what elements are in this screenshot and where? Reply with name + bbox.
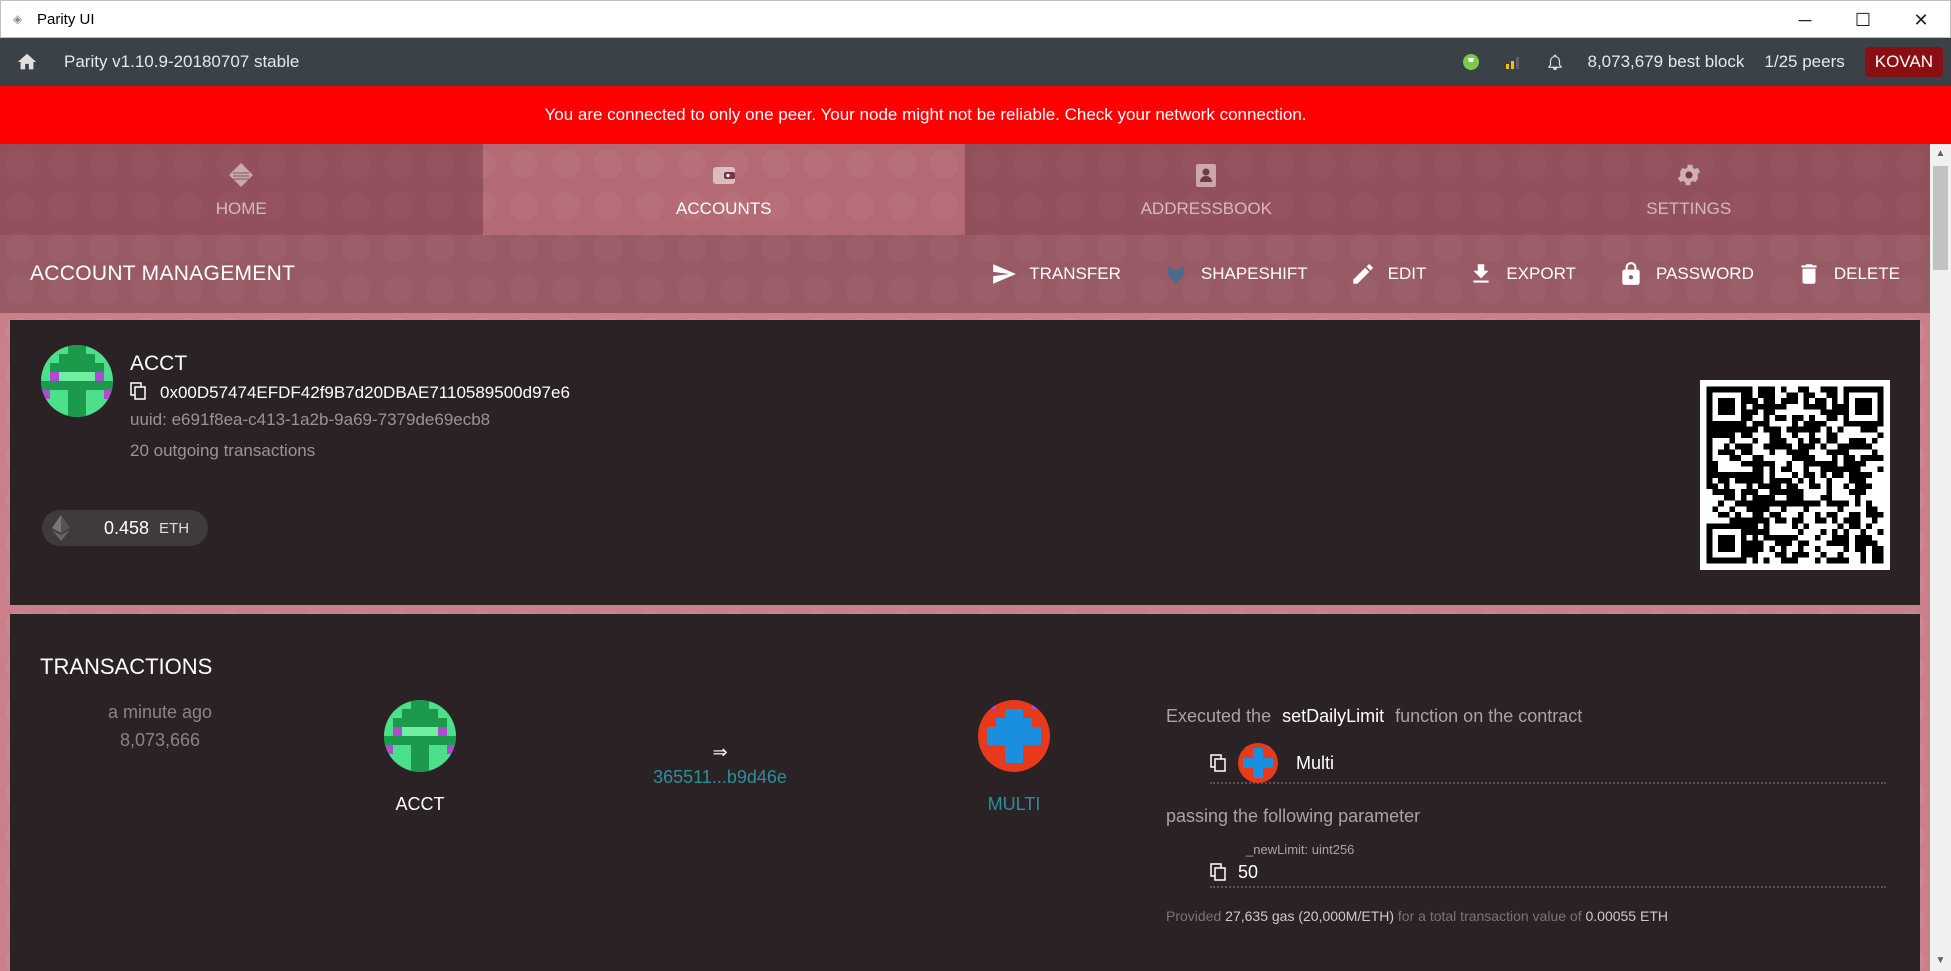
copy-icon[interactable] <box>130 382 146 400</box>
delete-button[interactable]: DELETE <box>1796 261 1900 287</box>
param-label: _newLimit: uint256 <box>1246 842 1355 857</box>
scroll-down-icon[interactable]: ▼ <box>1930 951 1951 971</box>
contract-identicon <box>1238 743 1278 783</box>
peer-warning-text: You are connected to only one peer. Your… <box>544 105 1307 124</box>
edit-label: EDIT <box>1387 264 1427 283</box>
window-controls: ─ ☐ ✕ <box>1776 1 1950 39</box>
tab-settings-label: SETTINGS <box>1646 198 1732 218</box>
transactions-card: TRANSACTIONS a minute ago 8,073,666 ACCT… <box>10 614 1920 971</box>
minimize-button[interactable]: ─ <box>1776 1 1834 39</box>
tx-arrow: ⇒ <box>712 742 728 762</box>
transactions-title: TRANSACTIONS <box>40 654 213 679</box>
edit-button[interactable]: EDIT <box>1350 261 1427 287</box>
action-buttons: TRANSFER SHAPESHIFT EDIT EXPORT PASSWORD… <box>949 235 1900 313</box>
action-bar: ACCOUNT MANAGEMENT TRANSFER SHAPESHIFT E… <box>0 235 1930 313</box>
peer-warning-banner: You are connected to only one peer. Your… <box>0 86 1951 144</box>
tx-time: a minute ago <box>107 702 213 722</box>
page-title: ACCOUNT MANAGEMENT <box>30 262 296 285</box>
tab-accounts[interactable]: ACCOUNTS <box>482 144 965 235</box>
close-button[interactable]: ✕ <box>1892 1 1950 39</box>
peers-label: 1/25 peers <box>1764 52 1845 71</box>
vertical-scrollbar[interactable]: ▲ ▼ <box>1930 144 1951 971</box>
tx-function-name: setDailyLimit <box>1282 706 1385 726</box>
copy-icon[interactable] <box>1210 863 1226 881</box>
export-button[interactable]: EXPORT <box>1468 261 1576 287</box>
window-titlebar: ◈ Parity UI ─ ☐ ✕ <box>0 0 1951 38</box>
tx-from-identicon[interactable] <box>384 700 456 772</box>
tab-addressbook-label: ADDRESSBOOK <box>1140 198 1272 218</box>
tab-settings[interactable]: SETTINGS <box>1447 144 1930 235</box>
window-title: Parity UI <box>37 10 95 28</box>
ethereum-icon <box>52 515 70 541</box>
password-label: PASSWORD <box>1655 264 1754 283</box>
balance-unit: ETH <box>159 519 190 537</box>
account-card: ACCT 0x00D57474EFDF42f9B7d20DBAE71105895… <box>10 320 1920 605</box>
total-value: 0.00055 ETH <box>1585 908 1668 924</box>
wallet-icon <box>712 166 735 184</box>
main-content: HOME ACCOUNTS ADDRESSBOOK SETTINGS ACCOU… <box>0 144 1930 971</box>
shapeshift-fox-icon <box>1167 265 1185 284</box>
tx-desc-prefix: Executed the <box>1166 706 1272 726</box>
tab-home[interactable]: HOME <box>0 144 483 235</box>
contacts-icon <box>1196 163 1217 187</box>
maximize-button[interactable]: ☐ <box>1834 1 1892 39</box>
tx-from-name[interactable]: ACCT <box>350 794 490 815</box>
param-value: 50 <box>1238 861 1259 882</box>
passing-label: passing the following parameter <box>1166 806 1421 826</box>
shapeshift-label: SHAPESHIFT <box>1200 264 1308 283</box>
trash-icon <box>1801 264 1817 284</box>
tab-accounts-label: ACCOUNTS <box>676 198 772 218</box>
outgoing-count: 20 outgoing transactions <box>130 441 316 460</box>
contract-field: Multi <box>1210 743 1886 784</box>
shapeshift-button[interactable]: SHAPESHIFT <box>1163 261 1308 287</box>
gas-value: 27,635 gas (20,000M/ETH) <box>1225 908 1395 924</box>
tx-hash-link[interactable]: 365511...b9d46e <box>620 767 820 788</box>
tx-gas-summary: Provided 27,635 gas (20,000M/ETH) for a … <box>1166 908 1668 924</box>
param-field: 50 <box>1210 858 1886 888</box>
password-button[interactable]: PASSWORD <box>1618 261 1754 287</box>
account-uuid: uuid: e691f8ea-c413-1a2b-9a69-7379de69ec… <box>130 410 491 429</box>
scrollbar-thumb[interactable] <box>1933 166 1948 270</box>
status-right: 8,073,679 best block 1/25 peers KOVAN <box>1461 38 1951 86</box>
tab-home-label: HOME <box>215 198 267 218</box>
delete-label: DELETE <box>1833 264 1900 283</box>
tx-desc-suffix: function on the contract <box>1395 706 1583 726</box>
send-icon <box>993 264 1017 284</box>
transfer-label: TRANSFER <box>1029 264 1121 283</box>
version-label: Parity v1.10.9-20180707 stable <box>64 52 300 71</box>
transfer-button[interactable]: TRANSFER <box>991 261 1121 287</box>
account-name[interactable]: ACCT <box>130 352 187 376</box>
copy-icon[interactable] <box>1210 754 1226 772</box>
contract-name: Multi <box>1296 752 1335 773</box>
tab-bar: HOME ACCOUNTS ADDRESSBOOK SETTINGS <box>0 144 1930 235</box>
status-bar: Parity v1.10.9-20180707 stable 8,073,679… <box>0 38 1951 86</box>
balance-value: 0.458 <box>104 517 150 538</box>
export-label: EXPORT <box>1506 264 1576 283</box>
gear-icon <box>1677 164 1700 185</box>
tx-to-identicon[interactable] <box>978 700 1050 772</box>
tab-addressbook[interactable]: ADDRESSBOOK <box>965 144 1448 235</box>
tx-description: Executed the setDailyLimit function on t… <box>1166 706 1582 727</box>
balance-chip: 0.458 ETH <box>42 510 208 546</box>
account-address: 0x00D57474EFDF42f9B7d20DBAE7110589500d97… <box>160 383 570 402</box>
home-icon[interactable] <box>16 51 38 73</box>
bell-icon[interactable] <box>1545 52 1565 72</box>
parity-app-icon: ◈ <box>13 12 23 26</box>
scroll-up-icon[interactable]: ▲ <box>1930 144 1951 164</box>
home-diamond-icon <box>229 162 254 187</box>
gas-mid: for a total transaction value of <box>1397 908 1582 924</box>
best-block-label: 8,073,679 best block <box>1587 52 1745 71</box>
signal-icon[interactable] <box>1503 52 1523 72</box>
chain-badge: KOVAN <box>1864 47 1943 77</box>
tx-to-name[interactable]: MULTI <box>944 794 1084 815</box>
gas-prefix: Provided <box>1166 908 1222 924</box>
account-identicon <box>41 345 113 417</box>
address-qr-code <box>1700 380 1890 570</box>
download-icon <box>1473 264 1489 283</box>
lock-icon <box>1622 262 1640 285</box>
pencil-icon <box>1352 264 1373 284</box>
tx-block: 8,073,666 <box>119 730 201 750</box>
signer-icon[interactable] <box>1461 52 1481 72</box>
